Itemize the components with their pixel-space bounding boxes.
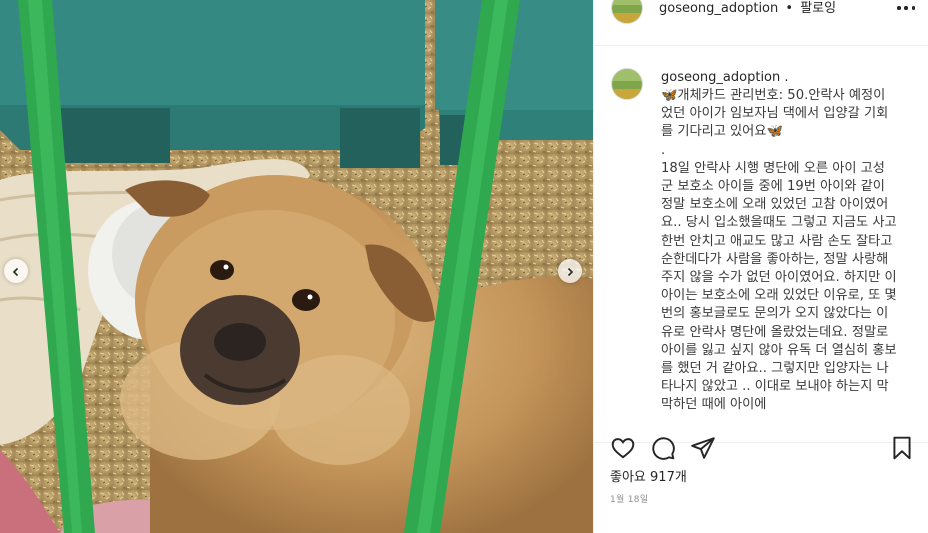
chevron-left-icon	[11, 262, 21, 281]
header-user-line: goseong_adoption • 팔로잉	[659, 0, 836, 17]
post-photo[interactable]	[0, 0, 593, 533]
share-button[interactable]	[690, 435, 716, 461]
chevron-right-icon	[565, 262, 575, 281]
follow-separator: •	[785, 1, 794, 16]
more-dot	[904, 6, 908, 10]
like-button[interactable]	[610, 435, 636, 461]
more-dot	[911, 6, 915, 10]
following-button[interactable]: 팔로잉	[800, 1, 836, 16]
speech-bubble-icon	[650, 435, 676, 461]
save-button[interactable]	[889, 435, 915, 461]
header-username[interactable]: goseong_adoption	[659, 1, 778, 16]
caption-username[interactable]: goseong_adoption .	[661, 70, 789, 86]
paper-plane-icon	[690, 435, 716, 461]
post-date: 1월 18일	[610, 495, 649, 505]
likes-count[interactable]: 좋아요 917개	[610, 469, 687, 487]
comments-area[interactable]: goseong_adoption . 🦋개체카드 관리번호: 50.안락사 예정…	[594, 46, 928, 442]
carousel-prev-button[interactable]	[4, 259, 28, 283]
post-actions: 좋아요 917개 1월 18일	[594, 436, 928, 533]
caption-text: 🦋개체카드 관리번호: 50.안락사 예정이었던 아이가 임보자님 댁에서 입양…	[661, 88, 897, 413]
more-horizontal-icon	[897, 6, 901, 10]
heart-icon	[610, 435, 636, 461]
caption-avatar[interactable]	[611, 68, 643, 100]
bookmark-icon	[889, 435, 915, 461]
avatar[interactable]	[611, 0, 643, 24]
likes-label: 좋아요	[610, 470, 646, 485]
likes-number: 917개	[650, 470, 687, 485]
post-header: goseong_adoption • 팔로잉	[594, 0, 928, 46]
more-options-button[interactable]	[897, 1, 915, 15]
carousel-next-button[interactable]	[558, 259, 582, 283]
post-side-panel: goseong_adoption • 팔로잉 goseong_adoption …	[593, 0, 928, 533]
comment-button[interactable]	[650, 435, 676, 461]
dog-photo-image	[0, 0, 593, 533]
